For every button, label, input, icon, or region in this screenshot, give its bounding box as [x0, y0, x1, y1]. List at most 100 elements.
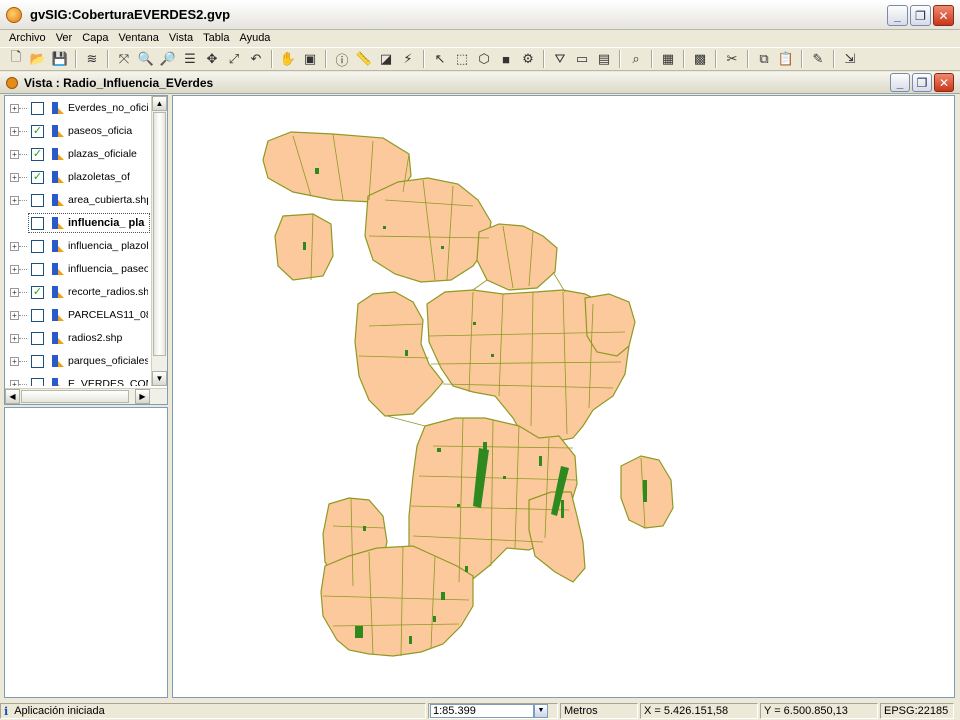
toc-hscroll-thumb[interactable]: [21, 390, 129, 403]
expand-icon[interactable]: +: [10, 172, 19, 182]
menu-archivo[interactable]: Archivo: [4, 32, 51, 44]
toc-vertical-scrollbar[interactable]: ▲ ▼: [151, 96, 167, 386]
layers-stack-icon[interactable]: ☰: [180, 49, 200, 69]
rect-icon[interactable]: ▭: [572, 49, 592, 69]
filter-icon[interactable]: ⛛: [550, 49, 570, 69]
graphics-icon[interactable]: ▤: [594, 49, 614, 69]
locate-icon[interactable]: ⌕: [626, 49, 646, 69]
expand-icon[interactable]: +: [10, 310, 19, 320]
select-rect-icon[interactable]: ⬚: [452, 49, 472, 69]
layer-row[interactable]: + parques_oficiales.: [5, 350, 151, 372]
expand-icon[interactable]: +: [10, 103, 19, 113]
layer-row[interactable]: + influencia_ plazole: [5, 235, 151, 257]
area-icon[interactable]: ◪: [376, 49, 396, 69]
expand-icon[interactable]: +: [10, 241, 19, 251]
export-icon[interactable]: ⇲: [840, 49, 860, 69]
copy-icon[interactable]: ⧉: [754, 49, 774, 69]
expand-icon[interactable]: +: [10, 126, 19, 136]
menu-capa[interactable]: Capa: [77, 32, 113, 44]
expand-icon[interactable]: +: [10, 149, 19, 159]
edit-icon[interactable]: ✎: [808, 49, 828, 69]
layer-row[interactable]: + E_VERDES_COMP: [5, 373, 151, 386]
zoom-pan-icon[interactable]: ⤧: [114, 49, 134, 69]
menu-ayuda[interactable]: Ayuda: [234, 32, 275, 44]
select-poly-icon[interactable]: ⬡: [474, 49, 494, 69]
layer-row[interactable]: + area_cubierta.shp: [5, 189, 151, 211]
map-drawing[interactable]: [173, 96, 955, 698]
maximize-button[interactable]: ❐: [910, 5, 931, 26]
table-icon[interactable]: ▦: [658, 49, 678, 69]
layer-row[interactable]: + influencia_ paseos: [5, 258, 151, 280]
layers-icon[interactable]: ≋: [82, 49, 102, 69]
zoom-in-icon[interactable]: 🔍: [136, 49, 156, 69]
minimize-button[interactable]: _: [887, 5, 908, 26]
menu-tabla[interactable]: Tabla: [198, 32, 234, 44]
main-toolbar: 🗋 📂 💾 ≋ ⤧ 🔍 🔎 ☰ ✥ ⤢ ↶ ✋ ▣ ⓘ 📏 ◪ ⚡ ↖ ⬚ ⬡ ■ ⚙ ⛛ ▭ ▤ ⌕ ▦ ▩ ✂ ⧉ 📋 ✎ ⇲: [0, 47, 960, 71]
grid-icon[interactable]: ▩: [690, 49, 710, 69]
select-by-attr-icon[interactable]: ⚙: [518, 49, 538, 69]
measure-icon[interactable]: 📏: [354, 49, 374, 69]
layer-row[interactable]: + ✓ plazas_oficiale: [5, 143, 151, 165]
layer-visibility-checkbox[interactable]: [31, 193, 44, 207]
layer-row[interactable]: + Everdes_no_oficia: [5, 97, 151, 119]
open-icon[interactable]: 📂: [28, 49, 48, 69]
menu-vista[interactable]: Vista: [164, 32, 198, 44]
layer-visibility-checkbox[interactable]: ✓: [31, 285, 44, 299]
scroll-right-icon[interactable]: ▶: [135, 389, 150, 404]
layer-visibility-checkbox[interactable]: [31, 377, 44, 386]
layer-row[interactable]: + PARCELAS11_08_: [5, 304, 151, 326]
menu-ver[interactable]: Ver: [51, 32, 78, 44]
map-canvas[interactable]: [172, 95, 955, 698]
zoom-select-icon[interactable]: ▣: [300, 49, 320, 69]
layer-visibility-checkbox[interactable]: [31, 101, 44, 115]
expand-icon[interactable]: +: [10, 287, 19, 297]
hyperlink-icon[interactable]: ⚡: [398, 49, 418, 69]
tree-connector: [19, 153, 27, 155]
expand-icon[interactable]: +: [10, 379, 19, 386]
expand-icon[interactable]: +: [10, 264, 19, 274]
close-button[interactable]: ✕: [933, 5, 954, 26]
expand-icon[interactable]: +: [10, 333, 19, 343]
locator-map[interactable]: [4, 407, 168, 698]
expand-icon[interactable]: +: [10, 356, 19, 366]
scroll-down-icon[interactable]: ▼: [152, 371, 167, 386]
new-icon[interactable]: 🗋: [6, 49, 26, 69]
expand-icon[interactable]: +: [10, 195, 19, 205]
toc-horizontal-scrollbar[interactable]: ◀ ▶: [5, 388, 167, 404]
scale-selector[interactable]: 1:85.399 ▼: [428, 703, 558, 719]
select-layer-icon[interactable]: ■: [496, 49, 516, 69]
layer-visibility-checkbox[interactable]: [31, 262, 44, 276]
layer-row[interactable]: + ✓ recorte_radios.sh: [5, 281, 151, 303]
zoom-extent-icon[interactable]: ⤢: [224, 49, 244, 69]
menu-ventana[interactable]: Ventana: [114, 32, 164, 44]
layer-row[interactable]: + ✓ plazoletas_of: [5, 166, 151, 188]
zoom-previous-icon[interactable]: ↶: [246, 49, 266, 69]
tools-icon[interactable]: ✂: [722, 49, 742, 69]
save-icon[interactable]: 💾: [50, 49, 70, 69]
scale-dropdown-icon[interactable]: ▼: [534, 704, 548, 718]
layer-row[interactable]: influencia_ pla: [27, 212, 151, 234]
scale-input[interactable]: 1:85.399: [430, 704, 534, 718]
layer-visibility-checkbox[interactable]: [31, 239, 44, 253]
zoom-out-icon[interactable]: 🔎: [158, 49, 178, 69]
view-maximize-button[interactable]: ❐: [912, 73, 932, 92]
info-icon[interactable]: ⓘ: [332, 49, 352, 69]
layer-visibility-checkbox[interactable]: [31, 216, 44, 230]
scroll-left-icon[interactable]: ◀: [5, 389, 20, 404]
layer-row[interactable]: + radios2.shp: [5, 327, 151, 349]
view-close-button[interactable]: ✕: [934, 73, 954, 92]
scroll-up-icon[interactable]: ▲: [152, 96, 167, 111]
toc-scroll-thumb[interactable]: [153, 112, 166, 356]
layer-row[interactable]: + ✓ paseos_oficia: [5, 120, 151, 142]
pan-icon[interactable]: ✋: [278, 49, 298, 69]
layer-visibility-checkbox[interactable]: ✓: [31, 124, 44, 138]
layer-visibility-checkbox[interactable]: [31, 308, 44, 322]
layer-visibility-checkbox[interactable]: ✓: [31, 147, 44, 161]
paste-icon[interactable]: 📋: [776, 49, 796, 69]
select-icon[interactable]: ↖: [430, 49, 450, 69]
layer-visibility-checkbox[interactable]: [31, 331, 44, 345]
layer-visibility-checkbox[interactable]: [31, 354, 44, 368]
layer-visibility-checkbox[interactable]: ✓: [31, 170, 44, 184]
view-minimize-button[interactable]: _: [890, 73, 910, 92]
zoom-full-icon[interactable]: ✥: [202, 49, 222, 69]
